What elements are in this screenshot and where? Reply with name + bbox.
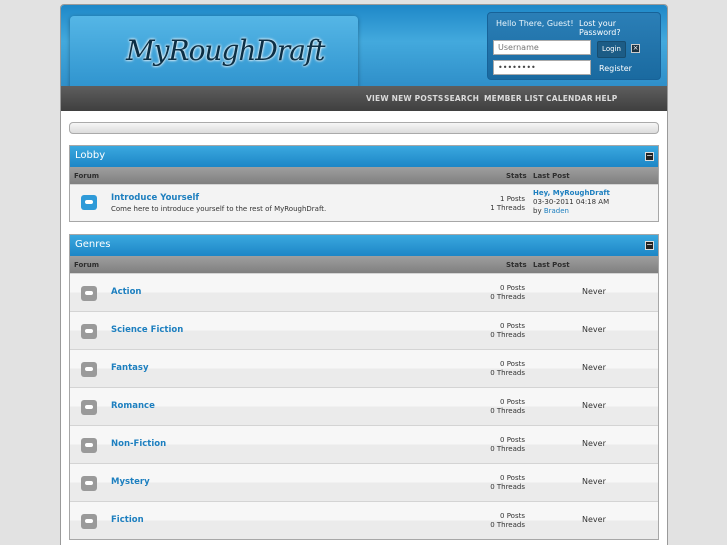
forum-stats: 0 Posts 0 Threads [490, 322, 525, 340]
forum-stats: 1 Posts 1 Threads [490, 195, 525, 213]
thread-count: 0 Threads [490, 369, 525, 377]
forum-name[interactable]: Fiction [111, 515, 144, 525]
column-stats: Stats [506, 261, 527, 269]
post-count: 1 Posts [500, 195, 525, 203]
greeting-text: Hello There, Guest! [496, 19, 574, 28]
forum-stats: 0 Posts 0 Threads [490, 284, 525, 302]
last-post-never: Never [582, 401, 606, 410]
post-count: 0 Posts [500, 284, 525, 292]
thread-count: 0 Threads [490, 445, 525, 453]
username-field[interactable] [493, 40, 591, 55]
forum-stats: 0 Posts 0 Threads [490, 398, 525, 416]
post-count: 0 Posts [500, 360, 525, 368]
collapse-icon[interactable]: − [645, 241, 654, 250]
forum-stats: 0 Posts 0 Threads [490, 360, 525, 378]
thread-count: 1 Threads [490, 204, 525, 212]
forum-name[interactable]: Mystery [111, 477, 150, 487]
post-count: 0 Posts [500, 322, 525, 330]
nav-view-new-posts[interactable]: VIEW NEW POSTS [366, 94, 443, 103]
category-genres: Genres − Forum Stats Last Post Action 0 … [69, 234, 659, 540]
login-panel: Hello There, Guest! Lost your Password? … [487, 12, 661, 80]
nav-calendar[interactable]: CALENDAR [546, 94, 593, 103]
last-post-user[interactable]: Braden [544, 207, 569, 215]
forum-stats: 0 Posts 0 Threads [490, 474, 525, 492]
forum-row: Introduce Yourself Come here to introduc… [70, 184, 658, 221]
last-post-never: Never [582, 363, 606, 372]
forum-name[interactable]: Fantasy [111, 363, 149, 373]
last-post-never: Never [582, 287, 606, 296]
main-nav: VIEW NEW POSTS SEARCH MEMBER LIST CALEND… [61, 86, 667, 111]
category-header: Genres − [70, 235, 658, 256]
forum-status-icon [81, 324, 97, 339]
thread-count: 0 Threads [490, 293, 525, 301]
site-logo[interactable]: MyRoughDraft [126, 34, 326, 67]
forum-name[interactable]: Romance [111, 401, 155, 411]
last-post-never: Never [582, 477, 606, 486]
forum-row: Non-Fiction 0 Posts 0 Threads Never [70, 425, 658, 463]
column-headers: Forum Stats Last Post [70, 167, 658, 184]
password-field[interactable]: •••••••• [493, 60, 591, 75]
forum-row: Fiction 0 Posts 0 Threads Never [70, 501, 658, 539]
column-last-post: Last Post [533, 172, 570, 180]
forum-row: Fantasy 0 Posts 0 Threads Never [70, 349, 658, 387]
collapse-icon[interactable]: − [645, 152, 654, 161]
last-post-by: by [533, 207, 542, 215]
last-post-info: Hey, MyRoughDraft 03-30-2011 04:18 AM by… [533, 189, 610, 216]
last-post-date: 03-30-2011 04:18 AM [533, 198, 610, 206]
nav-member-list[interactable]: MEMBER LIST [484, 94, 544, 103]
category-title[interactable]: Lobby [75, 150, 105, 161]
page-wrapper: MyRoughDraft ⌕ Hello There, Guest! Lost … [60, 4, 668, 545]
post-count: 0 Posts [500, 474, 525, 482]
forum-status-icon [81, 362, 97, 377]
forum-name[interactable]: Non-Fiction [111, 439, 166, 449]
header: MyRoughDraft ⌕ Hello There, Guest! Lost … [61, 5, 667, 107]
forum-stats: 0 Posts 0 Threads [490, 512, 525, 530]
category-lobby: Lobby − Forum Stats Last Post Introduce … [69, 145, 659, 222]
column-headers: Forum Stats Last Post [70, 256, 658, 273]
post-count: 0 Posts [500, 436, 525, 444]
forum-row: Romance 0 Posts 0 Threads Never [70, 387, 658, 425]
forum-name[interactable]: Action [111, 287, 142, 297]
forum-description: Come here to introduce yourself to the r… [111, 205, 327, 213]
last-post-never: Never [582, 515, 606, 524]
thread-count: 0 Threads [490, 331, 525, 339]
nav-help[interactable]: HELP [595, 94, 617, 103]
forum-status-icon [81, 476, 97, 491]
forum-status-icon [81, 400, 97, 415]
forum-status-icon [81, 286, 97, 301]
category-title[interactable]: Genres [75, 239, 111, 250]
lost-password-link[interactable]: Lost your Password? [579, 19, 660, 37]
post-count: 0 Posts [500, 398, 525, 406]
category-header: Lobby − [70, 146, 658, 167]
last-post-title[interactable]: Hey, MyRoughDraft [533, 189, 610, 198]
forum-stats: 0 Posts 0 Threads [490, 436, 525, 454]
post-count: 0 Posts [500, 512, 525, 520]
nav-search[interactable]: SEARCH [444, 94, 479, 103]
forum-row: Action 0 Posts 0 Threads Never [70, 273, 658, 311]
forum-status-icon [81, 195, 97, 210]
forum-status-icon [81, 438, 97, 453]
register-link[interactable]: Register [599, 64, 632, 73]
column-forum: Forum [74, 261, 100, 269]
notice-bar [69, 122, 659, 134]
close-icon[interactable]: × [631, 44, 640, 53]
thread-count: 0 Threads [490, 483, 525, 491]
thread-count: 0 Threads [490, 407, 525, 415]
column-forum: Forum [74, 172, 100, 180]
thread-count: 0 Threads [490, 521, 525, 529]
forum-name[interactable]: Introduce Yourself [111, 193, 199, 203]
last-post-never: Never [582, 325, 606, 334]
column-last-post: Last Post [533, 261, 570, 269]
forum-row: Science Fiction 0 Posts 0 Threads Never [70, 311, 658, 349]
last-post-never: Never [582, 439, 606, 448]
forum-row: Mystery 0 Posts 0 Threads Never [70, 463, 658, 501]
login-button[interactable]: Login [597, 41, 626, 58]
forum-name[interactable]: Science Fiction [111, 325, 183, 335]
column-stats: Stats [506, 172, 527, 180]
forum-status-icon [81, 514, 97, 529]
